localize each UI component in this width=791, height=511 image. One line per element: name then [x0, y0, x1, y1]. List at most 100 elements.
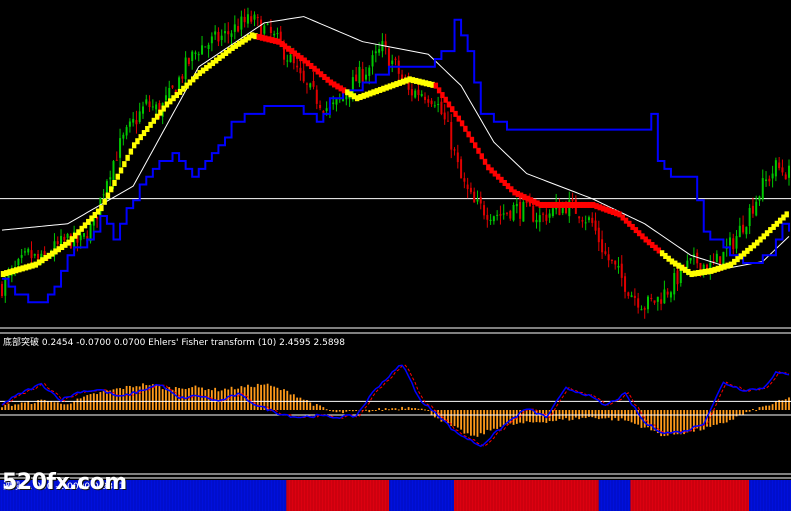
fisher-histogram-bar: [752, 408, 754, 410]
fisher-histogram-bar: [394, 408, 397, 410]
fisher-histogram-bar: [233, 389, 236, 410]
fisher-histogram-bar: [502, 410, 505, 426]
fisher-histogram-bar: [565, 410, 567, 419]
watermark-text: 520fx.com: [2, 470, 127, 495]
fisher-histogram-bar: [473, 410, 476, 436]
fisher-histogram-bar: [76, 398, 79, 410]
fisher-histogram-bar: [404, 408, 407, 410]
price-candle-body: [594, 220, 597, 231]
trend-step-segment: [112, 179, 117, 186]
price-candle-body: [499, 214, 502, 216]
fisher-histogram-bar: [552, 410, 554, 422]
fisher-histogram-bar: [758, 407, 761, 410]
price-candle-body: [601, 239, 604, 253]
price-candle-body: [755, 201, 758, 216]
fisher-histogram-bar: [738, 410, 741, 416]
price-candle-body: [220, 35, 223, 41]
fisher-histogram-bar: [538, 410, 541, 423]
fisher-histogram-bar: [479, 410, 482, 434]
fisher-histogram-bar: [312, 405, 315, 410]
price-candle-body: [230, 33, 233, 37]
fisher-histogram-bar: [63, 404, 66, 410]
price-candle-body: [345, 96, 348, 100]
price-candle-body: [512, 204, 515, 221]
price-candle-body: [496, 214, 499, 216]
price-candle-body: [135, 120, 138, 125]
price-candle-body: [145, 99, 148, 104]
fisher-histogram-bar: [273, 386, 276, 410]
fisher-histogram-bar: [96, 394, 98, 410]
fisher-histogram-bar: [420, 408, 423, 410]
trend-step-segment: [463, 125, 468, 132]
fisher-histogram-bar: [719, 410, 722, 424]
price-candle-body: [535, 219, 538, 223]
fisher-histogram-bar: [365, 409, 367, 411]
price-candle-body: [312, 81, 315, 87]
fisher-histogram-bar: [197, 387, 200, 410]
fisher-histogram-bar: [771, 404, 774, 410]
price-candle-body: [1, 283, 3, 297]
fisher-histogram-bar: [119, 388, 121, 410]
price-candle-body: [358, 66, 361, 84]
fisher-histogram-bar: [115, 388, 118, 410]
fisher-histogram-bar: [424, 409, 426, 411]
fisher-histogram-bar: [535, 410, 538, 423]
price-candle-body: [112, 161, 115, 181]
price-candle-body: [102, 194, 105, 196]
fisher-histogram-bar: [315, 404, 318, 410]
fisher-histogram-bar: [125, 385, 128, 410]
fisher-histogram-bar: [194, 385, 197, 410]
price-candle-body: [515, 203, 518, 207]
signal-strip-segment: [454, 480, 599, 511]
fisher-histogram-bar: [191, 387, 194, 410]
trend-step-segment: [122, 161, 127, 168]
fisher-histogram-bar: [453, 410, 456, 427]
fisher-histogram-bar: [712, 410, 715, 426]
price-candle-body: [417, 89, 420, 96]
fisher-histogram-bar: [378, 408, 381, 410]
price-candle-body: [433, 105, 436, 107]
fisher-histogram-bar: [581, 410, 584, 418]
price-candle-body: [630, 295, 633, 298]
price-candle-body: [617, 265, 620, 268]
fisher-histogram-bar: [686, 410, 689, 433]
fisher-histogram-bar: [601, 410, 603, 419]
price-candle-body: [210, 36, 213, 44]
fisher-histogram-bar: [161, 389, 164, 410]
fisher-histogram-bar: [558, 410, 561, 420]
fisher-histogram-bar: [725, 410, 728, 423]
price-candle-body: [778, 162, 781, 169]
price-candle-body: [253, 14, 256, 20]
fisher-histogram-bar: [83, 396, 85, 410]
price-candle-body: [430, 100, 433, 105]
price-candle-body: [119, 138, 122, 158]
price-candle-body: [653, 300, 656, 303]
price-candle-body: [335, 98, 338, 105]
fisher-histogram-bar: [381, 410, 384, 411]
fisher-histogram-bar: [10, 405, 13, 410]
fisher-histogram-bar: [181, 388, 184, 410]
fisher-histogram-bar: [466, 410, 469, 434]
fisher-histogram-bar: [633, 410, 636, 424]
fisher-histogram-bar: [329, 410, 331, 411]
price-candle-body: [479, 196, 482, 204]
price-candle-body: [571, 199, 574, 201]
price-candle-body: [643, 308, 646, 310]
fisher-histogram-bar: [296, 397, 299, 410]
price-candle-body: [191, 51, 194, 62]
fisher-histogram-bar: [289, 394, 292, 410]
price-candle-body: [548, 213, 551, 218]
price-candle-body: [128, 121, 131, 127]
price-candle-body: [227, 31, 230, 35]
fisher-histogram-bar: [73, 401, 76, 410]
fisher-histogram-bar: [355, 410, 358, 411]
price-candle-body: [122, 134, 125, 139]
fisher-histogram-bar: [492, 410, 495, 429]
price-candle-body: [197, 54, 200, 56]
price-candle-body: [273, 33, 276, 36]
fisher-histogram-bar: [689, 410, 692, 431]
price-candle-body: [525, 202, 528, 204]
signal-strip-segment: [598, 480, 631, 511]
trend-step-segment: [102, 198, 107, 205]
fisher-histogram-bar: [128, 385, 131, 410]
